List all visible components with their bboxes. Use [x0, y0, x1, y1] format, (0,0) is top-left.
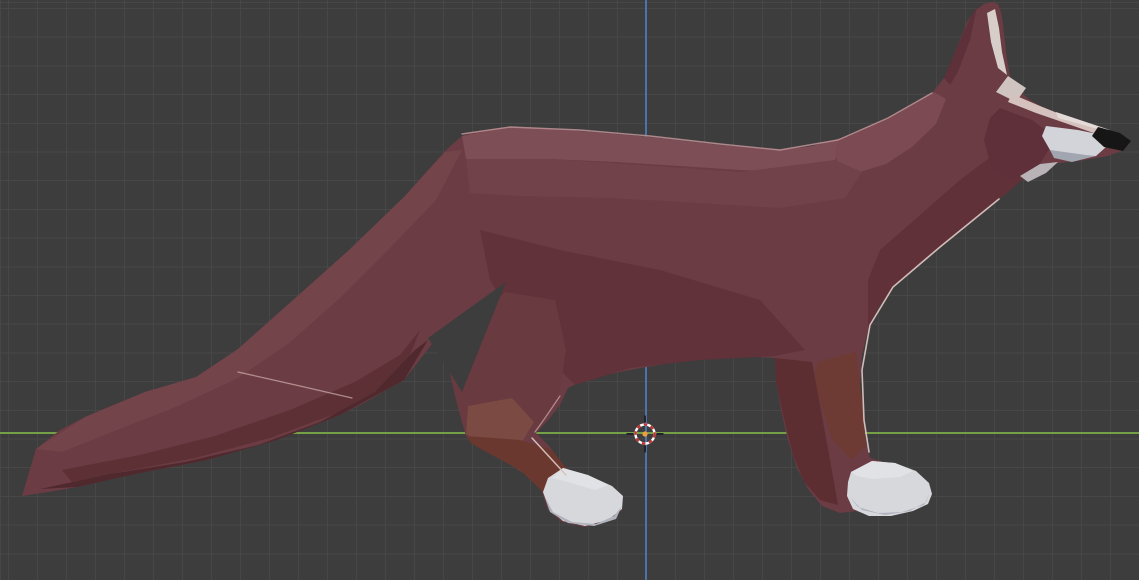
3d-cursor	[626, 415, 664, 453]
fox-model[interactable]	[22, 2, 1131, 527]
3d-viewport[interactable]	[0, 0, 1139, 580]
object-origin-dot	[642, 431, 648, 437]
